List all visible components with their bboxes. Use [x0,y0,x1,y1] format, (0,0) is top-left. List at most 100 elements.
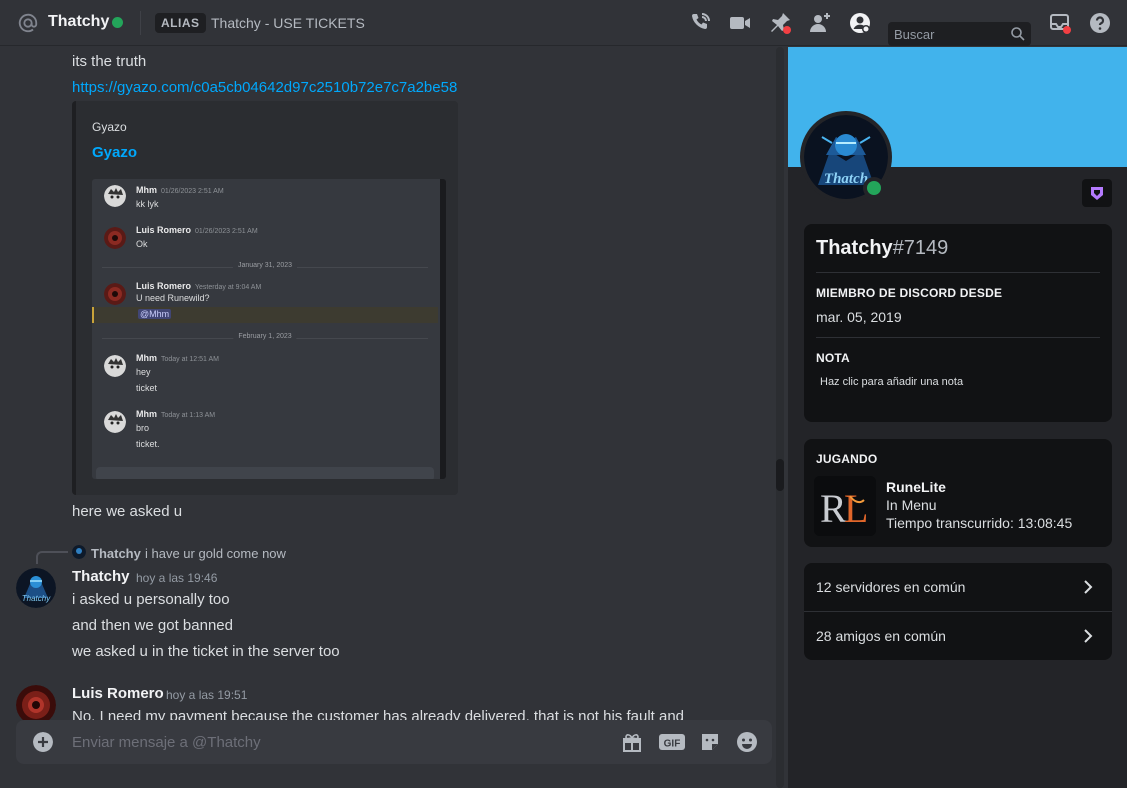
embed-avatar [104,227,126,249]
mutual-friends-label: 28 amigos en común [816,628,946,644]
embed-timestamp: Today at 12:51 AM [161,356,219,363]
note-heading: NOTA [816,351,850,365]
mutual-friends-row[interactable]: 28 amigos en común [804,612,1112,660]
chevron-right-icon [1084,580,1093,594]
embed-author: Mhm [136,185,157,195]
embed-author: Luis Romero [136,225,192,235]
divider [816,337,1100,338]
message-text: and then we got banned [72,617,233,634]
game-state: In Menu [886,497,937,513]
embed-avatar [104,355,126,377]
discord-dm-window: Thatchy ALIAS Thatchy - USE TICKETS its … [0,0,1127,788]
search-box[interactable] [888,22,1031,46]
chat-scrollbar[interactable] [776,47,784,788]
message-list[interactable]: its the truth https://gyazo.com/c0a5cb04… [0,47,788,788]
user-profile-panel: Thatch Thatchy#7149 MIEMBRO DE DISCORD D… [788,47,1127,788]
svg-text:Thatchy: Thatchy [22,594,51,603]
reply-author[interactable]: Thatchy [91,546,141,561]
nitro-badge-icon[interactable] [1082,179,1112,207]
message-text: its the truth [72,53,147,70]
embed-timestamp: 01/26/2023 2:51 AM [195,228,258,235]
divider [816,272,1100,273]
embed-provider: Gyazo [92,120,127,134]
phone-call-icon[interactable] [688,11,712,35]
video-icon[interactable] [728,11,752,35]
embed-screenshot-image[interactable]: Mhm 01/26/2023 2:51 AM kk lyk Luis Romero… [92,179,446,479]
mutual-servers-row[interactable]: 12 servidores en común [804,563,1112,611]
embed-title[interactable]: Gyazo [92,144,137,161]
game-name: RuneLite [886,479,946,495]
embed-mention: @Mhm [138,309,172,319]
game-elapsed: Tiempo transcurrido: 13:08:45 [886,515,1073,531]
embed-message-text: Ok [136,239,148,249]
profile-username: Thatchy#7149 [816,237,948,260]
embed-message-text: bro [136,423,150,433]
embed-date-divider: February 1, 2023 [92,333,438,343]
embed-avatar [104,283,126,305]
avatar[interactable]: Thatchy [16,568,56,608]
note-field[interactable]: Haz clic para añadir una nota [820,376,963,388]
embed-composer [96,467,434,479]
mutual-servers-label: 12 servidores en común [816,579,966,595]
svg-text:Thatch: Thatch [824,171,868,187]
chevron-right-icon [1084,629,1093,643]
attach-plus-icon[interactable] [33,732,53,752]
message-timestamp: hoy a las 19:51 [166,688,248,702]
reply-connector [36,551,68,564]
reply-preview[interactable]: i have ur gold come now [145,546,286,561]
embed-avatar [104,185,126,207]
reply-avatar [72,545,86,559]
message-link[interactable]: https://gyazo.com/c0a5cb04642d97c2510b72… [72,79,457,96]
embed-message-text: ticket [136,383,158,393]
message-timestamp: hoy a las 19:46 [136,571,218,585]
scrollbar-thumb[interactable] [776,459,784,491]
message-text: here we asked u [72,503,183,520]
gift-icon[interactable] [620,730,644,754]
embed-author: Mhm [136,353,157,363]
embed-date-divider: January 31, 2023 [92,262,438,272]
message-text: we asked u in the ticket in the server t… [72,643,340,660]
svg-text:GIF: GIF [664,739,681,750]
username-text: Thatchy [816,237,893,259]
profile-toggle-icon[interactable] [848,11,872,35]
embed-author: Luis Romero [136,281,192,291]
embed-timestamp: Today at 1:13 AM [161,412,216,419]
embed-message-text: kk lyk [136,199,159,209]
embed-message-text: ticket. [136,439,160,449]
embed-timestamp: Yesterday at 9:04 AM [195,284,262,291]
search-input[interactable] [894,22,1009,46]
embed-message-text: U need Runewild? [136,293,210,303]
message-author[interactable]: Thatchy [72,568,130,585]
embed-author: Mhm [136,409,157,419]
embed-mention-row: @Mhm [92,307,438,323]
pin-icon[interactable] [768,11,792,35]
emoji-icon[interactable] [735,730,759,754]
member-since-heading: MIEMBRO DE DISCORD DESDE [816,286,1003,300]
link-embed: Gyazo Gyazo Mhm 01/26/2023 2:51 AM kk lyk… [72,101,458,495]
gif-icon[interactable]: GIF [658,730,686,754]
add-friend-icon[interactable] [808,11,832,35]
member-since-date: mar. 05, 2019 [816,309,902,325]
embed-avatar [104,411,126,433]
activity-card: JUGANDO RL RuneLite In Menu Tiempo trans… [804,439,1112,547]
inbox-icon[interactable] [1048,11,1072,35]
embed-timestamp: 01/26/2023 2:51 AM [161,188,224,195]
svg-text:R: R [820,486,847,531]
message-composer: GIF [16,720,772,764]
runelite-game-icon: RL [814,476,876,536]
sticker-icon[interactable] [698,730,722,754]
discriminator: #7149 [892,237,949,259]
message-author[interactable]: Luis Romero [72,685,164,702]
message-text: i asked u personally too [72,591,230,608]
profile-info-card: Thatchy#7149 MIEMBRO DE DISCORD DESDE ma… [804,224,1112,422]
help-icon[interactable] [1088,11,1112,35]
channel-header: Thatchy ALIAS Thatchy - USE TICKETS [0,0,1127,46]
header-toolbar [0,11,1127,46]
message-input[interactable] [72,720,592,764]
playing-heading: JUGANDO [816,452,878,466]
avatar[interactable] [16,685,56,725]
profile-status-indicator [863,177,885,199]
svg-text:L: L [844,486,868,531]
search-icon [1011,27,1025,41]
embed-message-text: hey [136,367,151,377]
